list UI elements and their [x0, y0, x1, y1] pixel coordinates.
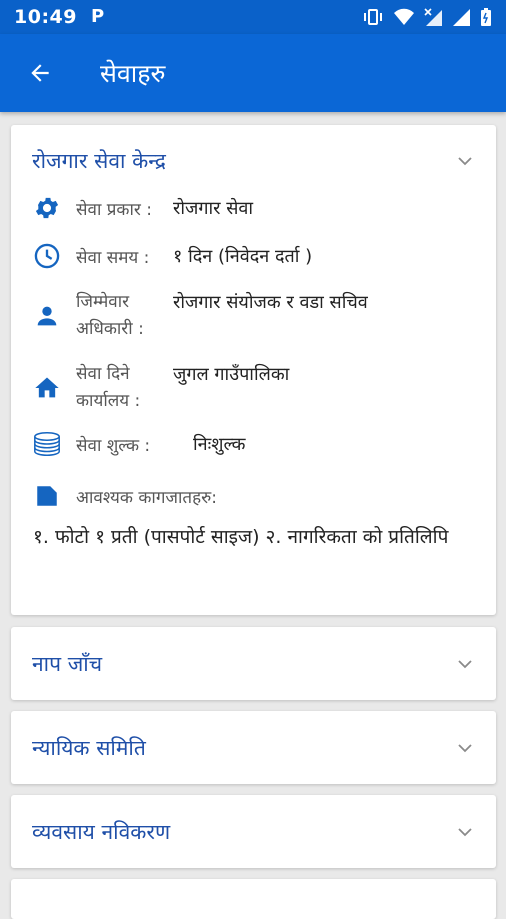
row-service-time: सेवा समय : १ दिन (निवेदन दर्ता ) [32, 241, 312, 271]
person-icon [32, 301, 62, 331]
label-line-2: कार्यालय : [76, 391, 141, 411]
coins-icon [32, 429, 62, 459]
service-card-employment: रोजगार सेवा केन्द्र सेवा प्रकार : रोजगार… [11, 125, 496, 615]
row-service-office: सेवा दिने कार्यालय : जुगल गाउँपालिका [32, 364, 289, 411]
service-card-business-renewal: व्यवसाय नविकरण [11, 795, 496, 868]
label-line-2: अधिकारी : [76, 319, 144, 339]
gear-icon [32, 193, 62, 223]
section-header-employment[interactable]: रोजगार सेवा केन्द्र [11, 125, 496, 197]
app-bar: सेवाहरु [0, 34, 506, 112]
page-title: सेवाहरु [100, 59, 166, 88]
battery-icon [481, 8, 491, 26]
required-documents-label: आवश्यक कागजातहरु: [76, 488, 218, 508]
service-time-value: १ दिन (निवेदन दर्ता ) [173, 246, 313, 267]
parking-app-icon: P [90, 6, 105, 27]
section-header-survey[interactable]: नाप जाँच [11, 627, 496, 700]
row-service-type: सेवा प्रकार : रोजगार सेवा [32, 193, 253, 223]
home-icon [32, 373, 62, 403]
status-bar: 10:49 P [0, 0, 506, 34]
section-title: नाप जाँच [32, 651, 103, 676]
signal-icon [453, 9, 470, 26]
chevron-down-icon [458, 659, 472, 668]
arrow-back-icon [31, 64, 49, 82]
label-line-1: सेवा दिने [76, 364, 130, 384]
responsible-officer-value: रोजगार संयोजक र वडा सचिव [173, 292, 368, 313]
service-time-label: सेवा समय : [76, 248, 150, 268]
row-required-documents: आवश्यक कागजातहरु: [32, 481, 217, 511]
service-office-value: जुगल गाउँपालिका [173, 364, 290, 385]
service-fee-value: निःशुल्क [193, 434, 246, 455]
service-type-value: रोजगार सेवा [173, 198, 254, 219]
service-fee-label: सेवा शुल्क : [76, 436, 151, 456]
service-type-label: सेवा प्रकार : [76, 200, 152, 220]
chevron-down-icon [458, 743, 472, 752]
signal-off-icon [424, 8, 442, 26]
section-header-business-renewal[interactable]: व्यवसाय नविकरण [11, 795, 496, 868]
label-line-1: जिम्मेवार [76, 292, 130, 312]
chevron-up-icon [458, 157, 472, 166]
wifi-icon [394, 8, 414, 25]
document-icon [32, 481, 62, 511]
row-service-fee: सेवा शुल्क : निःशुल्क [32, 429, 245, 459]
status-time: 10:49 [14, 6, 77, 28]
clock-icon [32, 241, 62, 271]
section-title: न्यायिक समिति [32, 735, 146, 760]
chevron-down-icon [458, 827, 472, 836]
row-responsible-officer: जिम्मेवार अधिकारी : रोजगार संयोजक र वडा … [32, 292, 368, 339]
service-card-partial[interactable] [11, 879, 496, 919]
required-documents-list: १. फोटो १ प्रती (पासपोर्ट साइज) २. नागरि… [33, 526, 449, 548]
section-header-judicial-committee[interactable]: न्यायिक समिति [11, 711, 496, 784]
service-card-judicial-committee: न्यायिक समिति [11, 711, 496, 784]
service-office-label: सेवा दिने कार्यालय : [76, 361, 140, 415]
service-card-survey: नाप जाँच [11, 627, 496, 700]
responsible-officer-label: जिम्मेवार अधिकारी : [76, 289, 144, 343]
section-title: रोजगार सेवा केन्द्र [32, 149, 166, 173]
vibrate-icon [364, 9, 382, 25]
back-button[interactable] [26, 59, 54, 87]
section-title: व्यवसाय नविकरण [32, 819, 171, 844]
